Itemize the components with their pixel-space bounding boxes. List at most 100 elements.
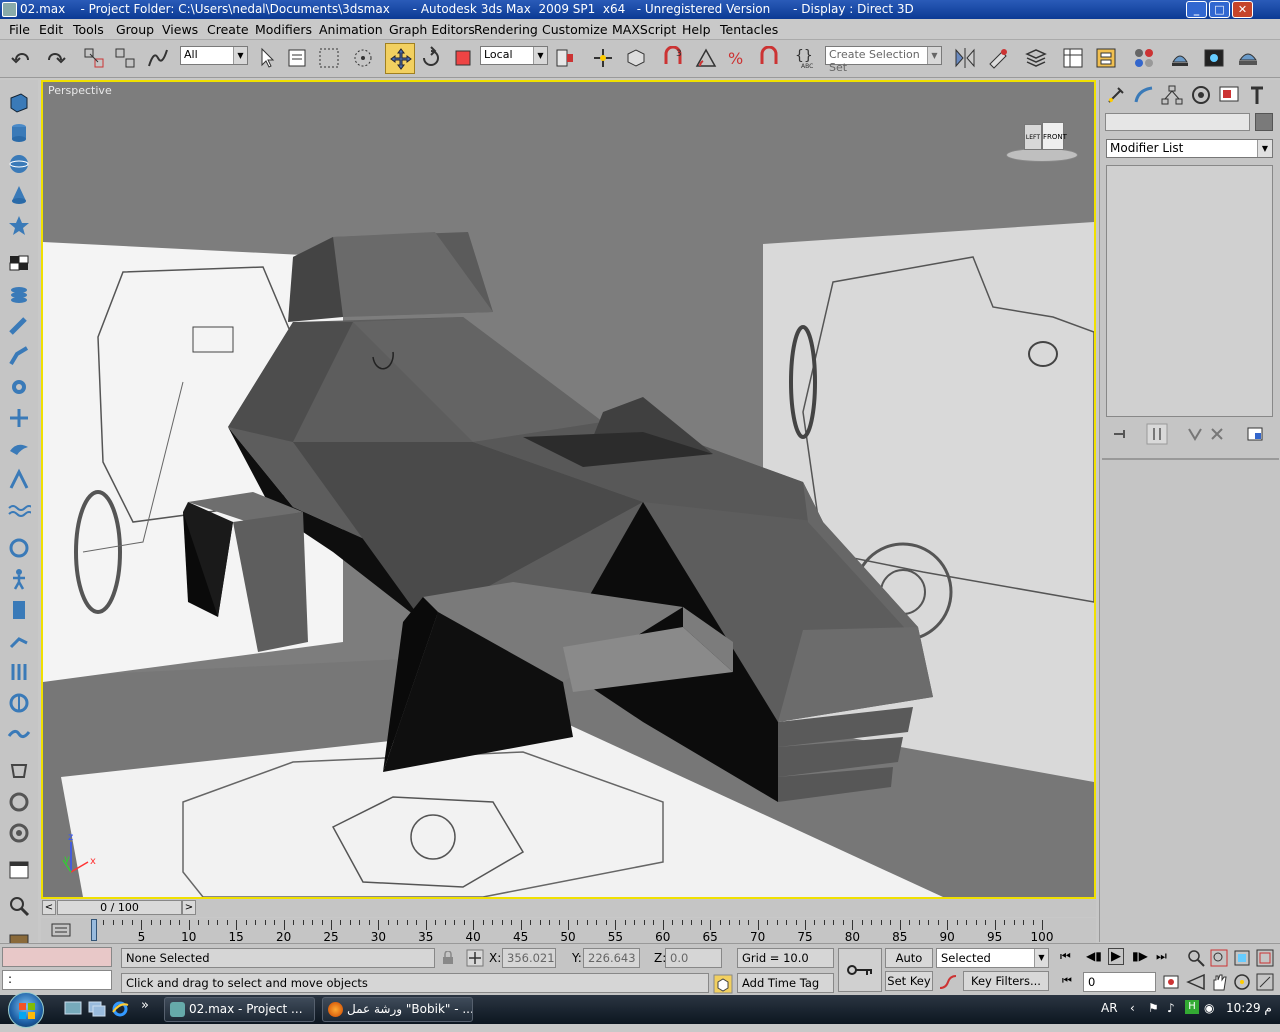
bird-icon[interactable] [7,437,31,461]
cone-icon[interactable] [7,183,31,207]
cylinder-icon[interactable] [7,121,31,145]
time-slider[interactable]: < 0 / 100 > [41,899,1096,917]
scale-icon[interactable] [451,46,475,70]
time-tag-icon[interactable] [713,974,733,994]
app-icon[interactable] [2,2,17,17]
minimize-button[interactable]: _ [1186,1,1207,18]
select-object-icon[interactable] [255,46,279,70]
mirror-icon[interactable] [953,46,977,70]
show-desktop-icon[interactable] [64,1001,82,1017]
absolute-mode-icon[interactable] [466,949,484,967]
menu-rendering[interactable]: Rendering [474,22,538,37]
go-to-start-icon[interactable]: ⏮ [1060,949,1071,964]
particle-icon[interactable] [7,468,31,492]
lock-icon[interactable] [442,951,454,965]
edit-named-selection-icon[interactable]: {}ABC [795,46,819,70]
tray-network-icon[interactable]: ⚑ [1148,1001,1159,1015]
star-shape-icon[interactable] [7,214,31,238]
menu-graph-editors[interactable]: Graph Editors [389,22,475,37]
display-tab-icon[interactable] [1217,84,1241,106]
motion-tab-icon[interactable] [1189,84,1213,106]
reference-coordinate-dropdown[interactable]: Local ▼ [480,46,548,65]
close-button[interactable]: ✕ [1232,1,1253,18]
menu-customize[interactable]: Customize [542,22,608,37]
zoom-all-icon[interactable] [1209,948,1229,968]
maxscript-listener-pink[interactable] [2,947,112,967]
rectangular-selection-icon[interactable] [317,46,341,70]
key-mode-dropdown[interactable]: Selected ▼ [936,948,1049,968]
reactor-icon[interactable] [7,821,31,845]
window-crossing-icon[interactable] [351,46,375,70]
go-to-end-icon[interactable]: ⏭ [1156,949,1167,964]
object-color-swatch[interactable] [1255,113,1273,131]
viewcube-front-face[interactable]: FRONT [1042,122,1067,150]
system-clock[interactable]: 10:29 م [1226,1001,1272,1015]
menu-create[interactable]: Create [207,22,249,37]
menu-tools[interactable]: Tools [73,22,104,37]
render-frame-icon[interactable] [7,858,31,882]
open-mini-curve-editor-icon[interactable] [51,923,71,937]
tray-volume-icon[interactable]: ♪ [1167,1001,1175,1015]
render-setup-icon[interactable] [1168,46,1192,70]
previous-frame-icon[interactable]: ◀▮ [1086,949,1102,963]
undo-icon[interactable] [10,46,34,70]
link-icon[interactable] [7,660,31,684]
menu-modifiers[interactable]: Modifiers [255,22,312,37]
select-and-move-button[interactable] [385,43,415,74]
perspective-viewport[interactable]: Perspective y x z LEFT FRONT [41,80,1096,899]
current-frame-marker[interactable] [91,919,97,941]
modifier-list-dropdown[interactable]: Modifier List ▼ [1106,139,1273,158]
rendered-frame-window-icon[interactable] [1202,46,1226,70]
schematic-view-icon[interactable] [1094,46,1118,70]
menu-tentacles[interactable]: Tentacles [720,22,778,37]
menu-views[interactable]: Views [162,22,198,37]
character-icon[interactable] [7,536,31,560]
percent-snap-icon[interactable]: % [726,46,750,70]
bend-modifier-icon[interactable] [7,344,31,368]
ik-chain-icon[interactable] [7,629,31,653]
auto-key-button[interactable]: Auto Key [885,948,933,983]
torus-icon[interactable] [7,282,31,306]
menu-help[interactable]: Help [682,22,711,37]
tray-app-icon[interactable]: H [1185,1000,1199,1014]
maximize-button[interactable]: □ [1209,1,1230,18]
taskbar-task-3dsmax[interactable]: 02.max - Project ... [164,997,315,1022]
rotate-icon[interactable] [419,46,443,70]
mixer-icon[interactable] [7,759,31,783]
camera-icon[interactable] [7,691,31,715]
keyboard-shortcut-override-icon[interactable] [624,46,648,70]
pin-stack-icon[interactable] [1112,425,1130,443]
checker-icon[interactable] [7,251,31,275]
hierarchy-tab-icon[interactable] [1160,84,1184,106]
track-icon[interactable] [7,790,31,814]
utilities-tab-icon[interactable] [1245,84,1269,106]
modify-tab-icon[interactable] [1132,84,1156,106]
helper-icon[interactable] [7,406,31,430]
remove-modifier-icon[interactable] [1208,425,1226,443]
quick-launch-overflow-icon[interactable]: » [141,998,149,1013]
time-slider-thumb[interactable]: 0 / 100 [57,900,182,915]
set-key-big-button[interactable] [838,948,882,992]
z-coordinate-field[interactable]: 0.0 [665,948,722,968]
snaps-toggle-icon[interactable]: 3 [661,46,685,70]
redo-icon[interactable] [43,46,67,70]
biped-icon[interactable] [7,567,31,591]
x-coordinate-field[interactable]: 356.021 [502,948,556,968]
align-icon[interactable] [986,46,1010,70]
manipulate-icon[interactable] [591,46,615,70]
default-tangents-icon[interactable] [938,972,958,992]
time-configuration-icon[interactable] [1162,973,1180,991]
show-end-result-icon[interactable] [1146,423,1168,445]
select-and-link-icon[interactable] [82,46,106,70]
current-frame-field[interactable]: 0 [1083,972,1156,992]
internet-explorer-icon[interactable] [111,1000,129,1018]
menu-maxscript[interactable]: MAXScript [612,22,676,37]
material-editor-icon[interactable] [1132,46,1156,70]
maximize-viewport-icon[interactable] [1255,972,1275,992]
quick-render-icon[interactable] [1236,46,1260,70]
maxscript-mini-listener[interactable]: : [2,970,112,990]
spinner-snap-icon[interactable] [757,46,781,70]
wave-icon[interactable] [7,499,31,523]
configure-modifier-sets-icon[interactable] [1246,425,1264,443]
y-coordinate-field[interactable]: 226.643 [583,948,640,968]
